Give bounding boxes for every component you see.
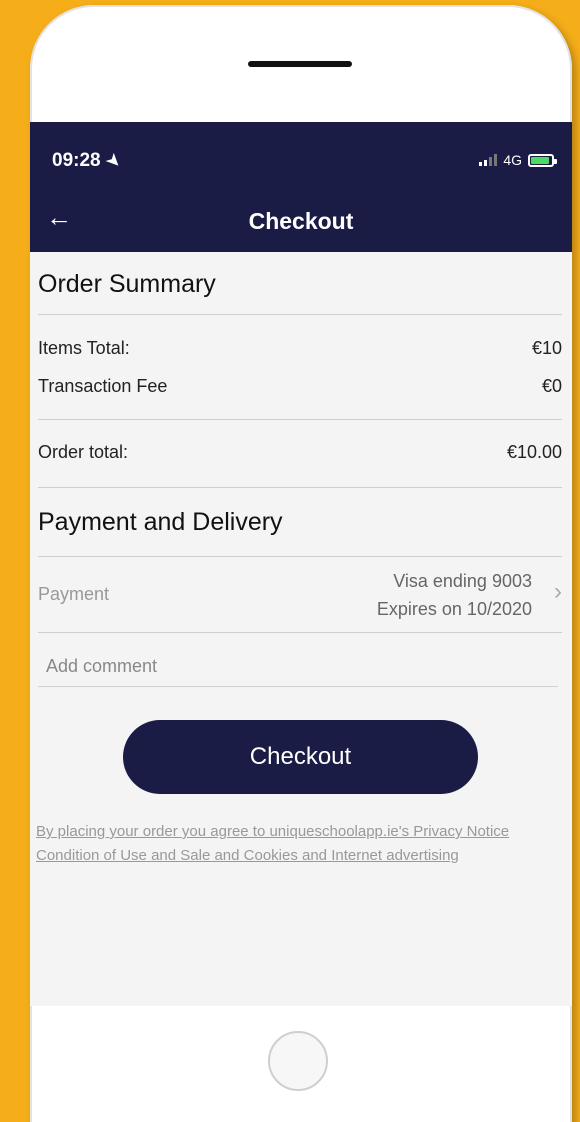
legal-notice-link[interactable]: By placing your order you agree to uniqu… [36, 820, 566, 868]
network-label: 4G [503, 152, 522, 168]
phone-speaker [248, 61, 352, 67]
divider [38, 556, 562, 557]
transaction-fee-label: Transaction Fee [38, 376, 168, 396]
page-title: Checkout [248, 208, 354, 234]
location-arrow-icon: ➤ [102, 150, 124, 173]
app-screen: 09:28➤ 4G ← Checkout Order Summary Items… [30, 122, 572, 1006]
order-summary-title: Order Summary [38, 270, 216, 298]
divider [38, 487, 562, 488]
payment-delivery-title: Payment and Delivery [38, 508, 283, 536]
battery-icon [528, 153, 557, 167]
items-total-value: €10 [531, 338, 562, 358]
status-time: 09:28➤ [52, 150, 124, 173]
divider [38, 419, 562, 420]
app-header: 09:28➤ 4G ← Checkout [30, 122, 572, 252]
chevron-right-icon: › [554, 578, 562, 605]
phone-frame: 09:28➤ 4G ← Checkout Order Summary Items… [30, 5, 572, 1122]
divider [38, 632, 562, 633]
order-total-label: Order total: [38, 442, 129, 462]
payment-card-line: Visa ending 9003 [393, 571, 532, 591]
status-right: 4G [479, 152, 557, 168]
payment-label: Payment [38, 584, 110, 604]
items-total-label: Items Total: [38, 338, 130, 358]
comment-input[interactable] [38, 647, 558, 687]
order-total-value: €10.00 [506, 442, 562, 462]
checkout-button[interactable]: Checkout [123, 720, 478, 794]
payment-expiry-line: Expires on 10/2020 [376, 599, 532, 619]
payment-method: Visa ending 9003 Expires on 10/2020 [377, 567, 532, 623]
transaction-fee-value: €0 [541, 376, 562, 396]
divider [38, 314, 562, 315]
home-button[interactable] [268, 1031, 328, 1091]
signal-icon [479, 154, 498, 166]
